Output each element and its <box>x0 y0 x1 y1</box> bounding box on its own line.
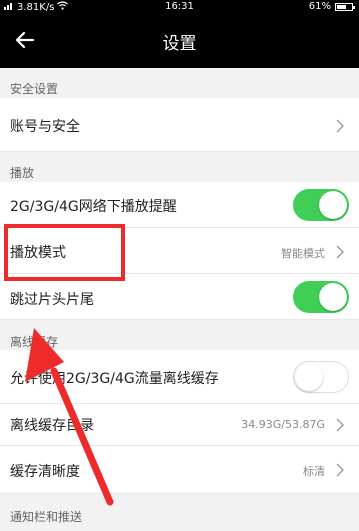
section-title: 安全设置 <box>10 82 59 96</box>
chevron-right-icon <box>335 118 345 133</box>
toggle-knob <box>295 363 323 391</box>
page-title: 设置 <box>162 34 197 54</box>
row-label: 允许使用2G/3G/4G流量离线缓存 <box>10 371 219 387</box>
battery-percent: 61% <box>308 1 331 12</box>
toggle-knob <box>319 191 347 219</box>
row-playback-mode[interactable]: 播放模式 智能模式 <box>0 228 359 274</box>
status-time: 16:31 <box>165 1 194 12</box>
row-value: 34.93G/53.87G <box>241 418 325 431</box>
chevron-right-icon <box>335 417 345 432</box>
network-playback-toggle[interactable] <box>293 189 349 221</box>
mobile-cache-toggle[interactable] <box>293 361 349 393</box>
status-bar: 3.81K/s 16:31 61% <box>0 0 359 14</box>
section-header-security: 安全设置 <box>0 68 359 98</box>
row-label: 离线缓存目录 <box>10 418 94 434</box>
section-title: 播放 <box>10 166 35 180</box>
section-title: 通知栏和推送 <box>10 510 83 524</box>
section-title: 离线缓存 <box>10 335 59 349</box>
row-allow-mobile-cache[interactable]: 允许使用2G/3G/4G流量离线缓存 <box>0 350 359 404</box>
skip-intro-toggle[interactable] <box>293 281 349 313</box>
row-label: 播放模式 <box>10 245 66 261</box>
row-value: 标清 <box>303 465 325 478</box>
row-label: 2G/3G/4G网络下播放提醒 <box>10 199 177 215</box>
section-header-notify: 通知栏和推送 <box>0 494 359 524</box>
row-label: 账号与安全 <box>10 119 80 135</box>
title-bar: 设置 <box>0 14 359 68</box>
chevron-right-icon <box>335 462 345 477</box>
toggle-knob <box>319 283 347 311</box>
section-header-playback: 播放 <box>0 152 359 182</box>
battery-level <box>337 4 346 9</box>
row-account-security[interactable]: 账号与安全 <box>0 98 359 152</box>
row-skip-intro-outro[interactable]: 跳过片头片尾 <box>0 274 359 320</box>
row-value: 智能模式 <box>281 247 325 260</box>
row-network-playback-alert[interactable]: 2G/3G/4G网络下播放提醒 <box>0 182 359 228</box>
chevron-right-icon <box>335 244 345 259</box>
row-label: 跳过片头片尾 <box>10 292 94 308</box>
battery-icon <box>335 2 355 11</box>
row-cache-quality[interactable]: 缓存清晰度 标清 <box>0 446 359 494</box>
row-cache-directory[interactable]: 离线缓存目录 34.93G/53.87G <box>0 404 359 446</box>
row-label: 缓存清晰度 <box>10 464 80 480</box>
section-header-offline: 离线缓存 <box>0 320 359 350</box>
